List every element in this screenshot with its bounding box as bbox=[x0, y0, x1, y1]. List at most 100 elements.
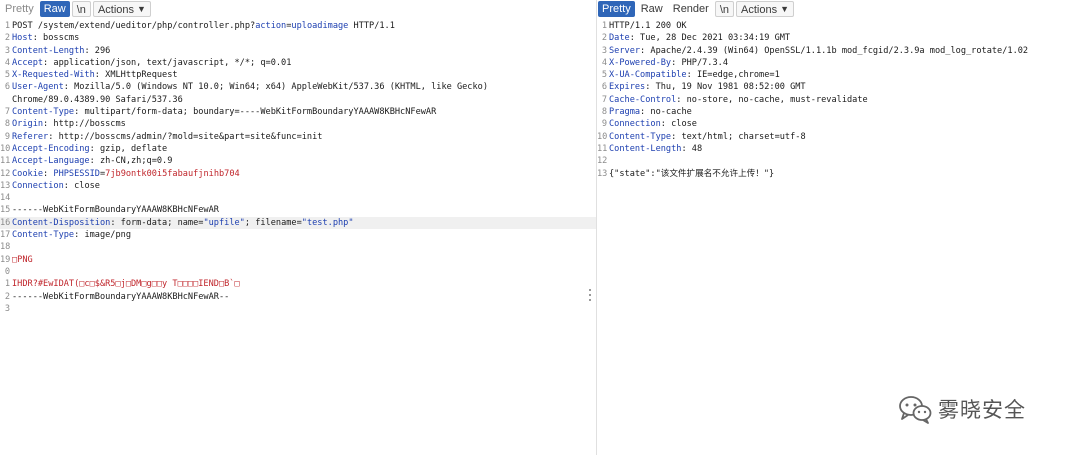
line-number: 12 bbox=[597, 156, 608, 167]
code-token: Host bbox=[12, 33, 33, 44]
code-token: Content-Type bbox=[12, 107, 75, 118]
pane-resize-handle[interactable] bbox=[586, 289, 594, 301]
code-token: Cache-Control bbox=[609, 94, 677, 105]
request-toolbar: Pretty Raw \n Actions ▼ bbox=[0, 0, 596, 18]
code-line: 3 Server: Apache/2.4.39 (Win64) OpenSSL/1… bbox=[597, 45, 1080, 57]
code-token: Chrome/89.0.4389.90 Safari/537.36 bbox=[12, 94, 183, 105]
code-line: 2 Host: bosscms bbox=[0, 32, 596, 44]
code-token: : no-store, no-cache, must-revalidate bbox=[676, 94, 868, 105]
code-line: 6 User-Agent: Mozilla/5.0 (Windows NT 10.… bbox=[0, 81, 596, 93]
response-tab-pretty[interactable]: Pretty bbox=[598, 1, 635, 17]
line-content: HTTP/1.1 200 OK bbox=[609, 21, 687, 31]
line-content: Content-Type: text/html; charset=utf-8 bbox=[609, 132, 806, 142]
code-token: Expires bbox=[609, 82, 646, 93]
request-actions-menu[interactable]: Actions ▼ bbox=[92, 1, 151, 17]
code-token: : http://bosscms bbox=[43, 119, 126, 130]
line-number: 15 bbox=[0, 205, 11, 216]
code-token: : Apache/2.4.39 (Win64) OpenSSL/1.1.1b m… bbox=[640, 45, 1029, 56]
line-number: 16 bbox=[0, 217, 11, 228]
code-token: : XMLHttpRequest bbox=[94, 70, 178, 81]
response-editor[interactable]: 1 HTTP/1.1 200 OK 2 Date: Tue, 28 Dec 2021 … bbox=[597, 20, 1080, 455]
line-number: 13 bbox=[597, 168, 608, 179]
code-token: : application/json, text/javascript, */*… bbox=[43, 57, 292, 68]
code-token: : text/html; charset=utf-8 bbox=[671, 131, 806, 142]
line-number: 18 bbox=[0, 242, 11, 253]
line-content: Content-Type: multipart/form-data; bound… bbox=[12, 107, 436, 117]
code-token: : 48 bbox=[681, 143, 703, 154]
code-token: : bbox=[43, 168, 54, 179]
code-token: : 296 bbox=[84, 45, 111, 56]
code-token: Origin bbox=[12, 119, 44, 130]
line-number: 9 bbox=[601, 119, 607, 130]
code-token: User-Agent bbox=[12, 82, 64, 93]
line-content: Origin: http://bosscms bbox=[12, 119, 126, 129]
response-tab-render[interactable]: Render bbox=[669, 1, 713, 17]
line-content: X-Powered-By: PHP/7.3.4 bbox=[609, 58, 728, 68]
chevron-down-icon: ▼ bbox=[780, 4, 790, 14]
line-number: 6 bbox=[601, 82, 607, 93]
line-number: 19 bbox=[0, 254, 11, 265]
code-token: Date bbox=[609, 33, 630, 44]
line-content: Date: Tue, 28 Dec 2021 03:34:19 GMT bbox=[609, 33, 790, 43]
code-line: 11 Accept-Language: zh-CN,zh;q=0.9 bbox=[0, 155, 596, 167]
code-token: uploadimage bbox=[291, 21, 349, 31]
line-number: 14 bbox=[0, 193, 11, 204]
line-content: Accept: application/json, text/javascrip… bbox=[12, 58, 291, 68]
line-content: User-Agent: Mozilla/5.0 (Windows NT 10.0… bbox=[12, 82, 488, 92]
line-number: 11 bbox=[597, 143, 608, 154]
code-token: Content-Length bbox=[12, 45, 85, 56]
request-newline-toggle[interactable]: \n bbox=[71, 1, 91, 17]
code-line: 16 Content-Disposition: form-data; name="… bbox=[0, 216, 596, 230]
code-line: 0 bbox=[0, 266, 596, 278]
code-line: Chrome/89.0.4389.90 Safari/537.36 bbox=[0, 94, 596, 106]
code-token: : close bbox=[660, 119, 697, 130]
code-token: Accept bbox=[12, 57, 44, 68]
line-number: 4 bbox=[4, 57, 10, 68]
response-toolbar: Pretty Raw Render \n Actions ▼ bbox=[597, 0, 1080, 18]
request-tab-raw[interactable]: Raw bbox=[39, 1, 70, 17]
code-token: ; filename= bbox=[244, 217, 302, 228]
code-line: 1 IHDR?#EwIDAT(□c□$&R5□j□DM□g□□y T□□□□IEN… bbox=[0, 278, 596, 290]
line-content: {"state":"该文件扩展名不允许上传！"} bbox=[609, 169, 774, 179]
line-number: 17 bbox=[0, 230, 11, 241]
response-actions-menu[interactable]: Actions ▼ bbox=[736, 1, 795, 17]
line-content: ------WebKitFormBoundaryYAAAW8KBHcNFewAR bbox=[12, 205, 219, 215]
code-line: 3 bbox=[0, 303, 596, 315]
request-pane: Pretty Raw \n Actions ▼ 1 POST /system/ext… bbox=[0, 0, 596, 455]
line-number: 0 bbox=[4, 266, 10, 277]
code-line: 18 bbox=[0, 241, 596, 253]
line-number: 13 bbox=[0, 180, 11, 191]
line-number: 7 bbox=[601, 94, 607, 105]
code-token: Accept-Language bbox=[12, 156, 90, 167]
code-token: X-UA-Compatible bbox=[609, 70, 687, 81]
code-line: 17 Content-Type: image/png bbox=[0, 229, 596, 241]
line-number: 3 bbox=[4, 45, 10, 56]
code-token: Referer bbox=[12, 131, 49, 142]
code-token: X-Requested-With bbox=[12, 70, 95, 81]
code-line: 13 {"state":"该文件扩展名不允许上传！"} bbox=[597, 168, 1080, 180]
code-line: 5 X-Requested-With: XMLHttpRequest bbox=[0, 69, 596, 81]
response-tab-raw[interactable]: Raw bbox=[637, 1, 667, 17]
code-line: 19 □PNG bbox=[0, 254, 596, 266]
request-editor[interactable]: 1 POST /system/extend/ueditor/php/control… bbox=[0, 20, 596, 455]
line-content: X-UA-Compatible: IE=edge,chrome=1 bbox=[609, 70, 780, 80]
code-line: 9 Referer: http://bosscms/admin/?mold=sit… bbox=[0, 131, 596, 143]
response-newline-toggle[interactable]: \n bbox=[714, 1, 735, 17]
code-line: 7 Content-Type: multipart/form-data; boun… bbox=[0, 106, 596, 118]
code-token: : zh-CN,zh;q=0.9 bbox=[89, 156, 173, 167]
line-content: Host: bosscms bbox=[12, 33, 79, 43]
code-line: 12 bbox=[597, 155, 1080, 167]
request-tab-pretty[interactable]: Pretty bbox=[1, 1, 38, 17]
chevron-down-icon: ▼ bbox=[137, 4, 146, 14]
code-token: Pragma bbox=[609, 107, 641, 118]
line-content: Content-Length: 48 bbox=[609, 144, 702, 154]
line-number: 5 bbox=[4, 70, 10, 81]
line-number: 8 bbox=[601, 107, 607, 118]
code-token: : Mozilla/5.0 (Windows NT 10.0; Win64; x… bbox=[63, 82, 489, 93]
request-actions-label: Actions bbox=[97, 4, 135, 16]
code-token: : bosscms bbox=[32, 33, 80, 44]
code-token: : PHP/7.3.4 bbox=[671, 57, 729, 68]
code-line: 4 X-Powered-By: PHP/7.3.4 bbox=[597, 57, 1080, 69]
code-line: 8 Origin: http://bosscms bbox=[0, 118, 596, 130]
line-content: Cache-Control: no-store, no-cache, must-… bbox=[609, 95, 868, 105]
